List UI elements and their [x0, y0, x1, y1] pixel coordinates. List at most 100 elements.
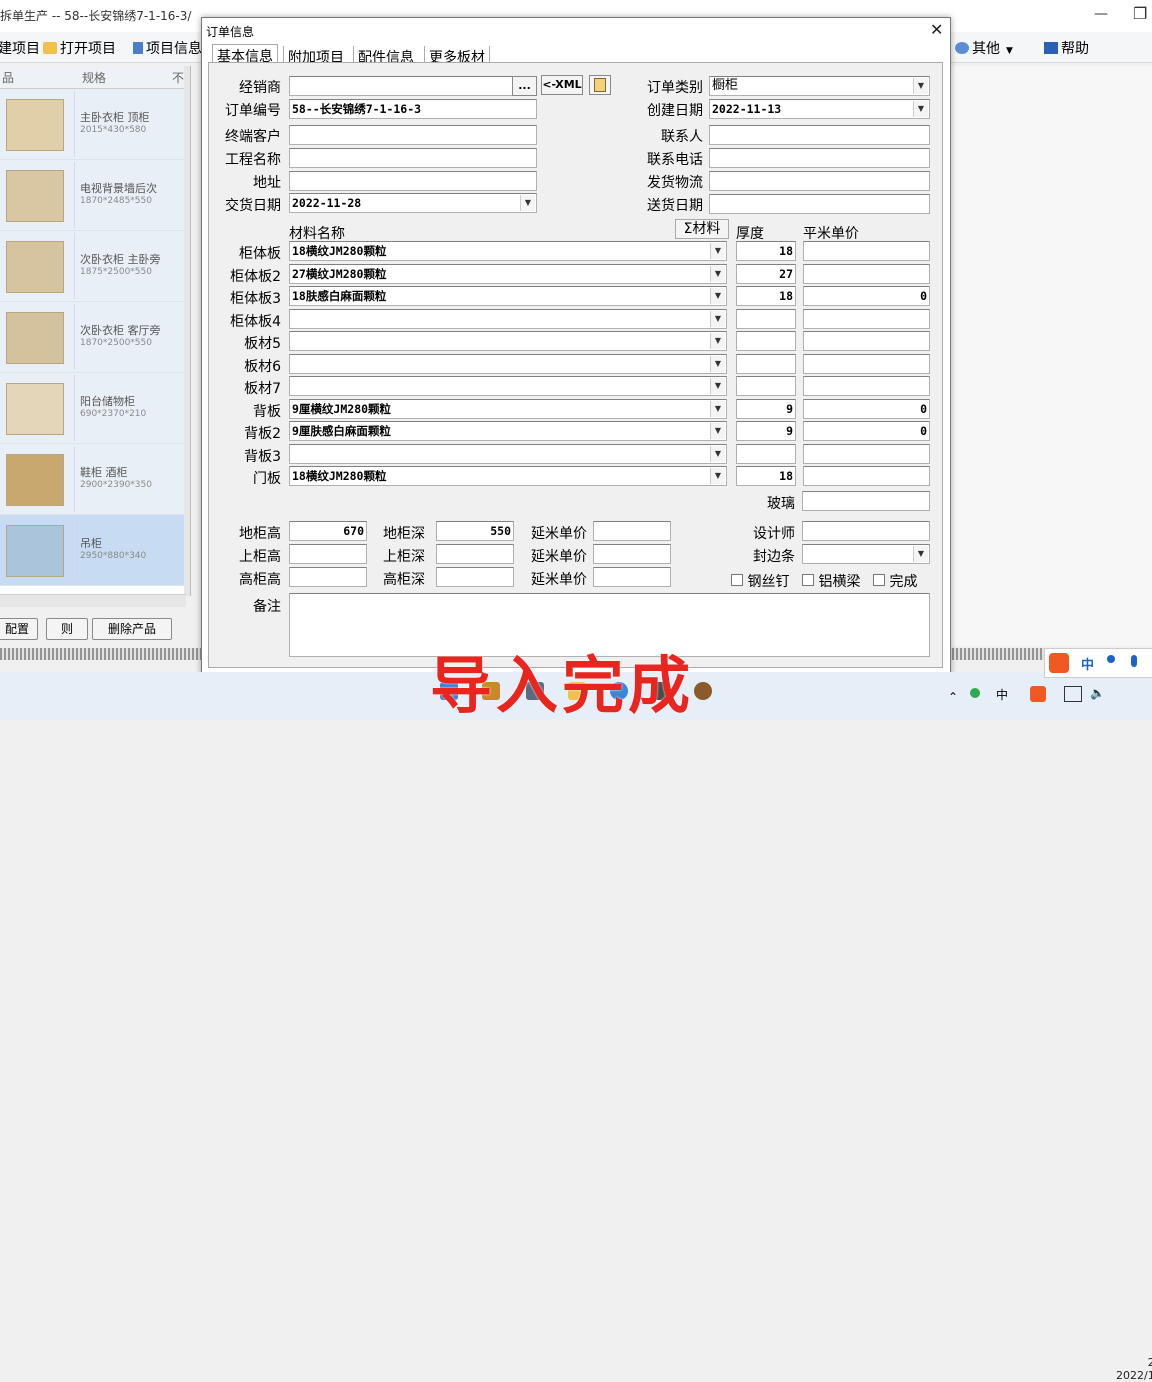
monitor-icon[interactable]: [1064, 686, 1082, 702]
list-item[interactable]: 主卧衣柜 顶柜 2015*430*580: [0, 89, 184, 160]
network-icon[interactable]: [970, 688, 980, 698]
microphone-icon[interactable]: [1131, 655, 1137, 667]
chevron-down-icon[interactable]: ▼: [710, 423, 725, 439]
import-xml-button[interactable]: <-XML: [541, 75, 583, 95]
chevron-down-icon[interactable]: ▼: [913, 546, 928, 562]
steel-nail-checkbox[interactable]: 钢丝钉: [731, 571, 789, 591]
thickness-field[interactable]: 27: [736, 263, 796, 284]
delivery-date-picker[interactable]: 2022-11-28 ▼: [289, 193, 537, 213]
product-list-scrollbar[interactable]: [184, 66, 190, 596]
tall-height-field[interactable]: [289, 567, 367, 587]
thickness-field[interactable]: [736, 353, 796, 374]
sogou-icon[interactable]: [1049, 653, 1069, 673]
project-name-field[interactable]: [289, 148, 537, 168]
glass-field[interactable]: [802, 491, 930, 511]
chevron-down-icon[interactable]: ▼: [710, 288, 725, 304]
material-select[interactable]: 9厘肤感白麻面颗粒 ▼: [289, 421, 727, 441]
minimize-icon[interactable]: —: [1094, 6, 1108, 22]
end-customer-field[interactable]: [289, 125, 537, 145]
product-list-hscrollbar[interactable]: [0, 594, 186, 607]
base-linear-price-field[interactable]: [593, 521, 671, 541]
sqm-price-field[interactable]: [803, 443, 930, 464]
order-type-select[interactable]: 橱柜 ▼: [709, 76, 930, 96]
checkbox-icon[interactable]: [802, 574, 814, 586]
sqm-price-field[interactable]: [803, 308, 930, 329]
checkbox-icon[interactable]: [873, 574, 885, 586]
list-item[interactable]: 鞋柜 酒柜 2900*2390*350: [0, 444, 184, 515]
sqm-price-field[interactable]: 0: [803, 398, 930, 419]
sigma-material-button[interactable]: Σ材料: [675, 219, 729, 239]
upper-depth-field[interactable]: [436, 544, 514, 564]
list-item[interactable]: 吊柜 2950*880*340: [0, 515, 184, 586]
material-select[interactable]: ▼: [289, 331, 727, 351]
clock[interactable]: 2 2022/1: [1116, 1356, 1152, 1382]
designer-field[interactable]: [802, 521, 930, 541]
list-item[interactable]: 电视背景墙后次 1870*2485*550: [0, 160, 184, 231]
chevron-down-icon[interactable]: ▼: [710, 445, 725, 462]
sqm-price-field[interactable]: 0: [803, 286, 930, 306]
base-depth-field[interactable]: 550: [436, 521, 514, 541]
other-menu-button[interactable]: 其他 ▼: [955, 38, 1013, 58]
edge-band-select[interactable]: ▼: [802, 544, 930, 564]
material-select[interactable]: ▼: [289, 443, 727, 464]
material-select[interactable]: 18肤感白麻面颗粒 ▼: [289, 286, 727, 306]
logistics-field[interactable]: [709, 171, 930, 191]
material-select[interactable]: 18横纹JM280颗粒 ▼: [289, 241, 727, 261]
help-button[interactable]: 帮助: [1044, 38, 1089, 58]
project-info-button[interactable]: 项目信息: [133, 38, 201, 58]
chevron-down-icon[interactable]: ▼: [520, 195, 535, 211]
thickness-field[interactable]: [736, 331, 796, 351]
chevron-down-icon[interactable]: ▼: [913, 101, 928, 117]
base-height-field[interactable]: 670: [289, 521, 367, 541]
created-date-picker[interactable]: 2022-11-13 ▼: [709, 99, 930, 119]
sqm-price-field[interactable]: [803, 466, 930, 486]
thickness-field[interactable]: 9: [736, 398, 796, 419]
ime-lang-indicator[interactable]: 中: [1081, 654, 1094, 673]
dealer-field[interactable]: [289, 76, 537, 96]
ime-indicator[interactable]: 中: [996, 686, 1008, 703]
chevron-down-icon[interactable]: ▼: [710, 400, 725, 417]
chevron-down-icon[interactable]: ▼: [710, 333, 725, 349]
app-icon[interactable]: [694, 682, 712, 700]
maximize-icon[interactable]: ❐: [1133, 4, 1147, 23]
chevron-down-icon[interactable]: ▼: [710, 378, 725, 394]
material-select[interactable]: 18横纹JM280颗粒 ▼: [289, 466, 727, 486]
thickness-field[interactable]: 18: [736, 466, 796, 486]
sqm-price-field[interactable]: [803, 353, 930, 374]
chevron-down-icon[interactable]: ▼: [710, 243, 725, 259]
sogou-icon[interactable]: [1030, 686, 1046, 702]
tall-depth-field[interactable]: [436, 567, 514, 587]
thickness-field[interactable]: [736, 376, 796, 396]
list-item[interactable]: 次卧衣柜 主卧旁 1875*2500*550: [0, 231, 184, 302]
address-field[interactable]: [289, 171, 537, 191]
list-item[interactable]: 次卧衣柜 客厅旁 1870*2500*550: [0, 302, 184, 373]
chevron-down-icon[interactable]: ▼: [710, 310, 725, 327]
upper-height-field[interactable]: [289, 544, 367, 564]
chevron-down-icon[interactable]: ▼: [710, 265, 725, 282]
alu-beam-checkbox[interactable]: 铝横梁: [802, 571, 860, 591]
material-select[interactable]: 27横纹JM280颗粒 ▼: [289, 263, 727, 284]
contact-field[interactable]: [709, 125, 930, 145]
chevron-down-icon[interactable]: ▼: [913, 78, 928, 94]
sqm-price-field[interactable]: [803, 331, 930, 351]
speaker-icon[interactable]: 🔈: [1090, 686, 1105, 700]
thickness-field[interactable]: [736, 308, 796, 329]
new-project-button[interactable]: 建项目: [0, 38, 40, 58]
delete-product-button[interactable]: 删除产品: [92, 618, 172, 640]
order-no-field[interactable]: 58--长安锦绣7-1-16-3: [289, 99, 537, 119]
done-checkbox[interactable]: 完成: [873, 571, 917, 591]
chevron-down-icon[interactable]: ▼: [710, 355, 725, 372]
thickness-field[interactable]: [736, 443, 796, 464]
close-icon[interactable]: ✕: [930, 20, 943, 39]
material-select[interactable]: 9厘横纹JM280颗粒 ▼: [289, 398, 727, 419]
list-item[interactable]: 阳台储物柜 690*2370*210: [0, 373, 184, 444]
checkbox-icon[interactable]: [731, 574, 743, 586]
phone-field[interactable]: [709, 148, 930, 168]
material-select[interactable]: ▼: [289, 308, 727, 329]
material-select[interactable]: ▼: [289, 376, 727, 396]
rule-button[interactable]: 则: [46, 618, 88, 640]
sqm-price-field[interactable]: [803, 376, 930, 396]
config-button[interactable]: 配置: [0, 618, 38, 640]
upper-linear-price-field[interactable]: [593, 544, 671, 564]
material-select[interactable]: ▼: [289, 353, 727, 374]
